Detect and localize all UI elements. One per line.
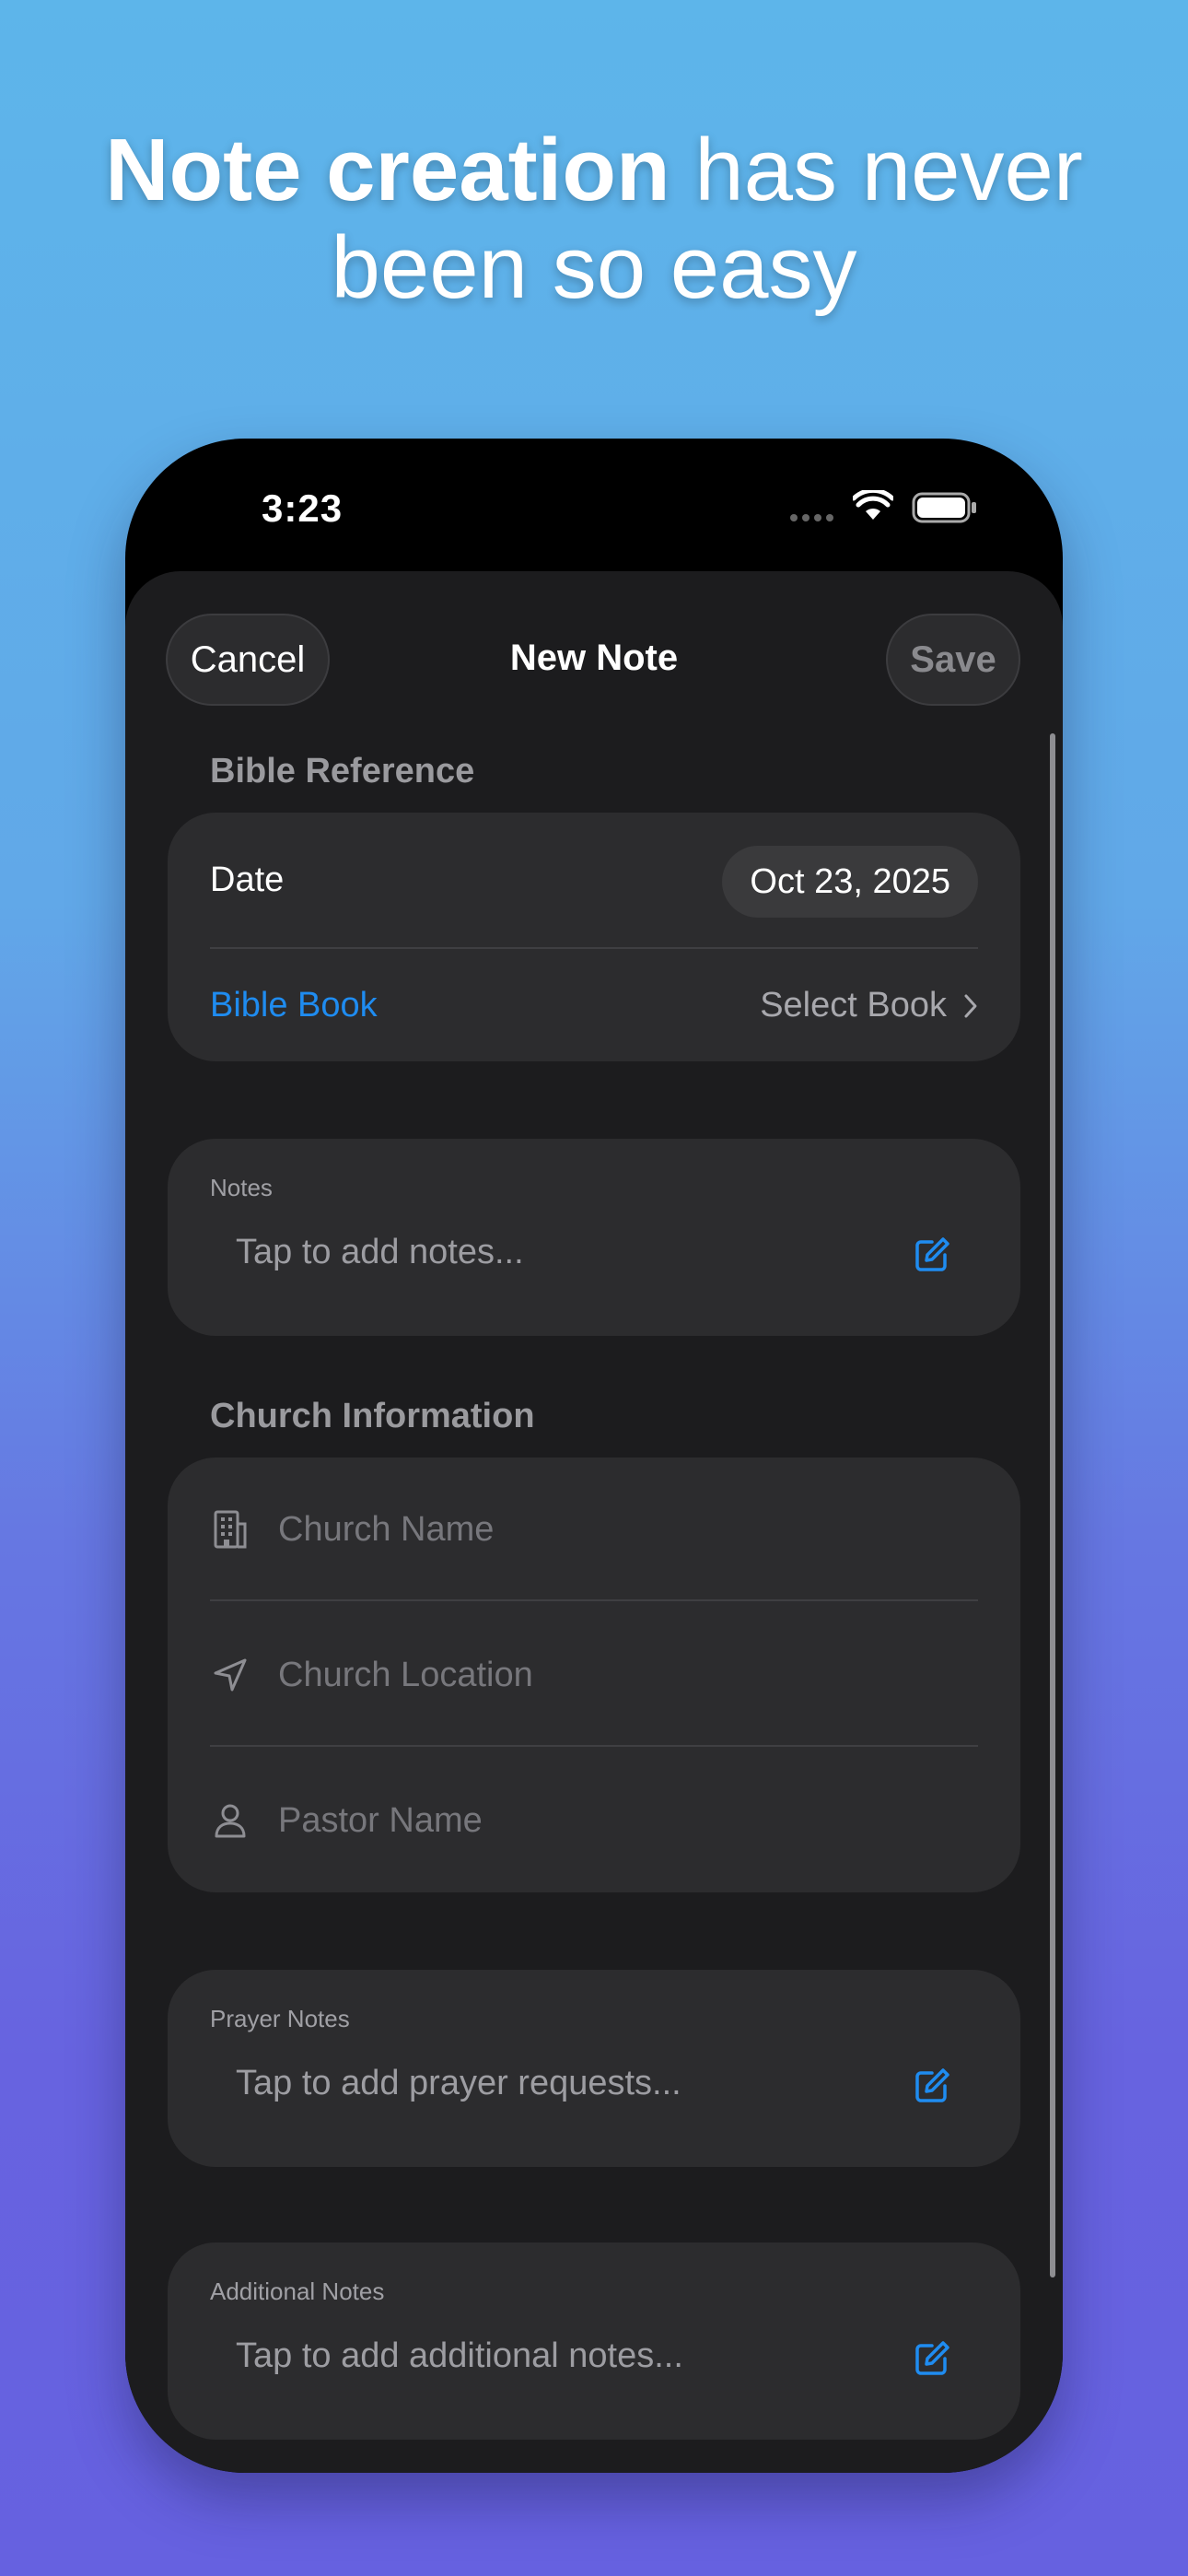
bible-book-label: Bible Book [210,986,378,1025]
pastor-name-field[interactable]: Pastor Name [210,1793,978,1848]
additional-notes-card[interactable]: Additional Notes Tap to add additional n… [168,2242,1020,2440]
new-note-sheet: Cancel New Note Save Bible Reference Dat… [125,571,1063,2473]
scrollbar[interactable] [1050,733,1055,2277]
edit-additional-notes-icon[interactable] [914,2340,950,2377]
select-book-button[interactable]: Select Book [760,986,978,1025]
bible-reference-header: Bible Reference [210,752,475,790]
church-name-field[interactable]: Church Name [210,1502,978,1557]
location-arrow-icon [210,1655,250,1695]
church-location-placeholder: Church Location [278,1655,533,1694]
edit-note-icon[interactable] [914,1236,950,1273]
additional-notes-placeholder: Tap to add additional notes... [236,2336,683,2375]
additional-notes-label: Additional Notes [210,2277,385,2305]
save-button[interactable]: Save [886,614,1020,706]
notes-card[interactable]: Notes Tap to add notes... [168,1139,1020,1336]
chevron-right-icon [964,994,977,1017]
notes-label: Notes [210,1174,273,1201]
church-information-header: Church Information [210,1397,535,1435]
phone-frame: 3:23 Cancel New Note Save Bible Referenc… [125,439,1063,2473]
prayer-notes-label: Prayer Notes [210,2005,350,2032]
building-icon [210,1509,250,1550]
divider [210,1599,978,1601]
church-information-card: Church Name Church Location Pastor Name [168,1458,1020,1892]
edit-prayer-notes-icon[interactable] [914,2067,950,2104]
church-name-placeholder: Church Name [278,1509,495,1549]
status-time: 3:23 [262,486,344,530]
divider [210,947,978,949]
cellular-signal-icon [790,514,833,521]
select-book-label: Select Book [760,986,947,1025]
battery-icon [912,492,976,523]
bible-reference-card: Date Oct 23, 2025 Bible Book Select Book [168,813,1020,1061]
divider [210,1745,978,1747]
date-picker-button[interactable]: Oct 23, 2025 [722,846,978,918]
headline-bold: Note creation [105,121,670,219]
wifi-icon [853,490,893,520]
promo-headline: Note creation has never been so easy [0,122,1188,317]
prayer-notes-card[interactable]: Prayer Notes Tap to add prayer requests.… [168,1970,1020,2167]
date-label: Date [210,861,285,899]
prayer-notes-placeholder: Tap to add prayer requests... [236,2064,681,2102]
pastor-name-placeholder: Pastor Name [278,1800,483,1840]
notes-placeholder: Tap to add notes... [236,1233,524,1271]
church-location-field[interactable]: Church Location [210,1647,978,1703]
person-icon [210,1800,250,1841]
